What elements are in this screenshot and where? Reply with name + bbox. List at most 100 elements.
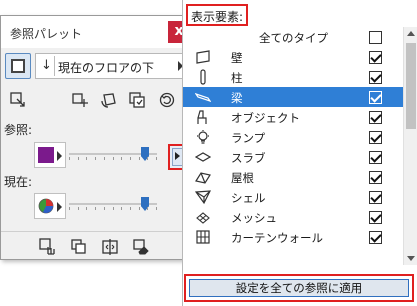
slab-icon: [194, 149, 212, 165]
slider-tick: [113, 157, 114, 160]
vertical-scrollbar[interactable]: [403, 27, 417, 265]
chevron-right-icon: [57, 202, 62, 212]
visibility-checkbox[interactable]: [369, 231, 382, 244]
chevron-right-icon: [175, 152, 180, 160]
swap-layer-icon[interactable]: [101, 238, 119, 256]
column-icon: [195, 69, 211, 85]
object-icon: [195, 109, 211, 125]
visibility-checkbox[interactable]: [369, 111, 382, 124]
slider-tick: [104, 157, 105, 160]
visibility-checkbox[interactable]: [369, 91, 382, 104]
apply-to-all-button[interactable]: 設定を全ての参照に適用: [189, 279, 409, 297]
palette-title-bar[interactable]: 参照パレット x: [1, 16, 191, 48]
visibility-checkbox[interactable]: [369, 51, 382, 64]
palette-title: 参照パレット: [10, 27, 83, 41]
list-item-label: シェル: [231, 191, 266, 205]
list-item[interactable]: メッシュ: [183, 207, 403, 227]
slider-tick: [121, 207, 122, 210]
wall-icon: [195, 49, 211, 65]
beam-icon: [194, 89, 212, 105]
scroll-up-icon[interactable]: [407, 31, 415, 36]
list-item[interactable]: オブジェクト: [183, 107, 403, 127]
element-type-list: 全てのタイプ壁柱梁オブジェクト ランプスラブ屋根シェルメッシュカーテンウォール: [183, 27, 403, 265]
copy-layer-icon[interactable]: [70, 238, 88, 256]
reference-section-label: 参照:: [4, 123, 33, 137]
list-item-label: 壁: [231, 51, 243, 65]
slider-tick: [69, 207, 70, 210]
scroll-down-icon[interactable]: [407, 256, 415, 261]
panel-title: 表示要素:: [186, 4, 249, 26]
list-item-label: 全てのタイプ: [259, 31, 328, 45]
slider-tick: [104, 207, 105, 210]
slider-tick: [130, 207, 131, 210]
reference-palette: 参照パレット x ↓ 現在のフロアの下 参照: 現在:: [0, 15, 192, 260]
eraser-icon[interactable]: [132, 238, 150, 256]
list-item[interactable]: 屋根: [183, 167, 403, 187]
slider-tick: [95, 207, 96, 210]
hand-drag-icon[interactable]: [39, 238, 57, 256]
curtain-wall-icon: [195, 229, 211, 245]
list-item[interactable]: 壁: [183, 47, 403, 67]
visibility-checkbox[interactable]: [369, 191, 382, 204]
palette-toolbar-row: ↓ 現在のフロアの下: [5, 53, 187, 81]
select-arrow-icon[interactable]: [9, 91, 27, 109]
visibility-checkbox[interactable]: [369, 151, 382, 164]
lamp-icon: [195, 129, 211, 145]
visibility-checkbox[interactable]: [369, 171, 382, 184]
layers-icon[interactable]: [128, 91, 146, 109]
slider-tick: [86, 207, 87, 210]
current-section-label: 現在:: [4, 175, 33, 189]
slider-tick: [78, 157, 79, 160]
list-item[interactable]: シェル: [183, 187, 403, 207]
reference-color-button[interactable]: [34, 142, 66, 168]
visibility-checkbox[interactable]: [369, 71, 382, 84]
reference-color-swatch: [38, 147, 54, 163]
current-color-button[interactable]: [34, 193, 66, 219]
visibility-checkbox[interactable]: [369, 211, 382, 224]
floor-select-button[interactable]: ↓ 現在のフロアの下: [35, 53, 187, 79]
apply-button-frame: 設定を全ての参照に適用: [184, 274, 414, 302]
list-item-label: ランプ: [231, 131, 266, 145]
list-item-label: 柱: [231, 71, 243, 85]
list-item[interactable]: ランプ: [183, 127, 403, 147]
slider-tick: [139, 157, 140, 160]
slider-tick: [113, 207, 114, 210]
visibility-checkbox[interactable]: [369, 31, 382, 44]
slider-tick: [130, 157, 131, 160]
palette-divider: [1, 231, 191, 232]
roof-icon: [195, 169, 211, 185]
refresh-icon[interactable]: [158, 91, 176, 109]
list-item-label: 梁: [231, 91, 243, 105]
reference-opacity-slider[interactable]: [69, 147, 157, 161]
list-item[interactable]: カーテンウォール: [183, 227, 403, 247]
list-item[interactable]: 柱: [183, 67, 403, 87]
list-item[interactable]: 全てのタイプ: [183, 27, 403, 47]
list-item[interactable]: スラブ: [183, 147, 403, 167]
arrow-down-icon: ↓: [41, 58, 52, 73]
slider-tick: [147, 157, 148, 160]
list-item-label: メッシュ: [231, 211, 277, 225]
scrollbar-thumb[interactable]: [406, 43, 416, 129]
visibility-checkbox[interactable]: [369, 131, 382, 144]
slider-tick: [86, 157, 87, 160]
slider-tick: [95, 157, 96, 160]
list-item-label: カーテンウォール: [231, 231, 323, 245]
slider-tick: [147, 207, 148, 210]
display-toggle-button[interactable]: [5, 53, 31, 79]
slider-tick: [156, 207, 157, 210]
list-item[interactable]: 梁: [183, 87, 403, 107]
list-item-label: オブジェクト: [231, 111, 300, 125]
slider-tick: [139, 207, 140, 210]
mesh-icon: [195, 209, 211, 225]
floor-select-label: 現在のフロアの下: [58, 61, 155, 75]
rotate-icon[interactable]: [100, 91, 118, 109]
list-item-label: スラブ: [231, 151, 266, 165]
display-elements-panel: 表示要素: 全てのタイプ壁柱梁オブジェクト ランプスラブ屋根シェルメッシュカーテン…: [182, 0, 417, 306]
square-icon: [11, 59, 25, 73]
list-item-label: 屋根: [231, 171, 254, 185]
slider-tick: [121, 157, 122, 160]
current-opacity-slider[interactable]: [69, 197, 157, 211]
color-wheel-icon: [38, 198, 54, 214]
move-cross-icon[interactable]: [71, 91, 89, 109]
slider-tick: [156, 157, 157, 160]
